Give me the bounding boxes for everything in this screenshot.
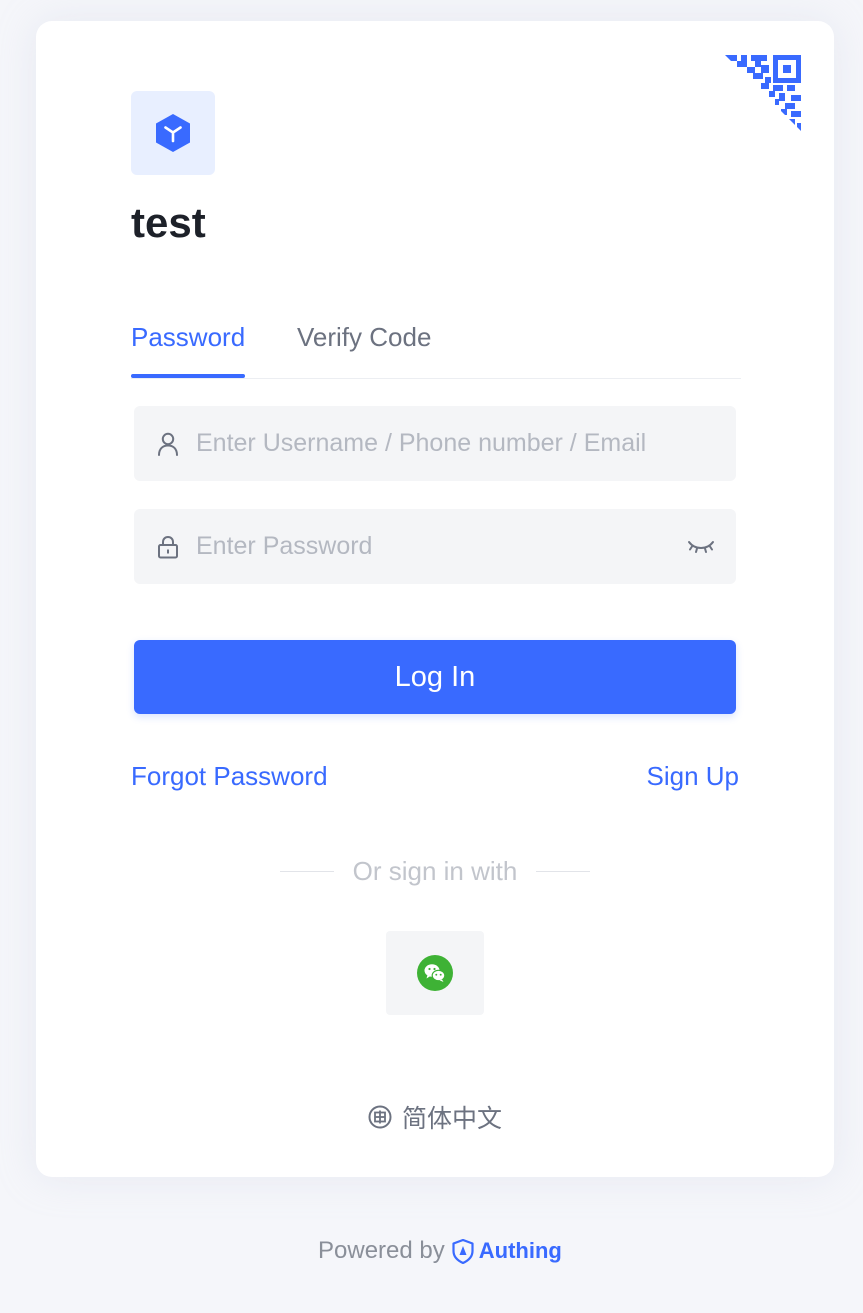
app-title: test	[131, 199, 206, 246]
login-button[interactable]: Log In	[134, 640, 736, 714]
wechat-icon	[417, 955, 453, 991]
language-switcher[interactable]: 简体中文	[368, 1099, 502, 1135]
authing-shield-icon	[452, 1238, 474, 1264]
divider-line-right	[536, 870, 591, 872]
globe-icon	[368, 1105, 392, 1129]
forgot-password-link[interactable]: Forgot Password	[131, 758, 328, 794]
eye-closed-icon[interactable]	[686, 535, 716, 559]
powered-by-text: Powered by	[318, 1237, 445, 1264]
tab-verify-code[interactable]: Verify Code	[297, 317, 431, 357]
lock-icon	[156, 535, 180, 559]
app-logo	[131, 91, 215, 175]
sign-up-link[interactable]: Sign Up	[647, 758, 740, 794]
tab-password[interactable]: Password	[131, 317, 246, 378]
divider-text: Or sign in with	[352, 855, 518, 886]
cube-logo-icon	[156, 114, 190, 152]
powered-by-footer: Powered by Authing	[318, 1234, 562, 1268]
divider-line-left	[279, 870, 334, 872]
social-login-divider: Or sign in with	[276, 851, 594, 891]
login-card: test Password Verify Code Enter Username…	[36, 21, 834, 1177]
qr-code-corner-icon[interactable]	[725, 55, 801, 131]
login-method-tabs: Password Verify Code	[131, 317, 741, 379]
username-field-wrapper	[134, 406, 736, 481]
language-label: 简体中文	[402, 1104, 503, 1133]
user-icon	[156, 432, 180, 456]
password-field-wrapper	[134, 509, 736, 584]
authing-brand-link[interactable]: Authing	[452, 1238, 562, 1264]
username-input[interactable]	[196, 406, 736, 481]
password-input[interactable]	[196, 509, 686, 584]
wechat-login-button[interactable]	[386, 931, 484, 1015]
authing-brand-name: Authing	[478, 1238, 562, 1263]
